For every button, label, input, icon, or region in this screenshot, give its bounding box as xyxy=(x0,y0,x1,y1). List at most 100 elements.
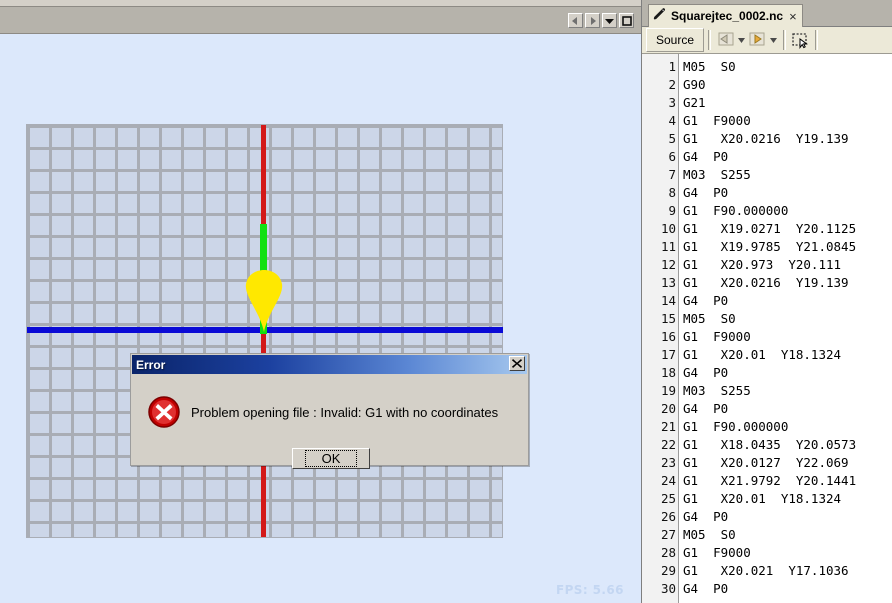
forward-arrow-icon[interactable] xyxy=(747,30,768,50)
line-number: 28 xyxy=(660,545,676,560)
error-dialog-body: Problem opening file : Invalid: G1 with … xyxy=(131,374,528,469)
triangle-right-icon xyxy=(589,16,596,25)
selection-tool-icon[interactable] xyxy=(790,30,811,50)
code-line[interactable]: G4 P0 xyxy=(683,400,892,418)
code-line[interactable]: G1 F90.000000 xyxy=(683,202,892,220)
code-line[interactable]: G1 X19.0271 Y20.1125 xyxy=(683,220,892,238)
code-line[interactable]: G4 P0 xyxy=(683,292,892,310)
code-line[interactable]: G90 xyxy=(683,76,892,94)
code-line[interactable]: G1 X18.0435 Y20.0573 xyxy=(683,436,892,454)
code-line[interactable]: G1 X20.973 Y20.111 xyxy=(683,256,892,274)
line-number: 27 xyxy=(660,527,676,542)
previous-button[interactable] xyxy=(568,13,583,28)
maximize-button[interactable] xyxy=(619,13,634,28)
code-line[interactable]: M03 S255 xyxy=(683,382,892,400)
close-icon xyxy=(512,355,522,373)
line-number: 7 xyxy=(668,167,676,182)
toolbar-separator-3 xyxy=(815,30,819,50)
back-dropdown-chevron-down-icon[interactable] xyxy=(736,30,747,50)
code-line[interactable]: M05 S0 xyxy=(683,58,892,76)
line-number: 3 xyxy=(668,95,676,110)
line-number: 4 xyxy=(668,113,676,128)
code-line[interactable]: G4 P0 xyxy=(683,580,892,598)
error-dialog: Error Problem opening file : Invalid: G1 xyxy=(130,353,529,469)
close-button[interactable] xyxy=(509,356,525,371)
line-number: 2 xyxy=(668,77,676,92)
line-number: 16 xyxy=(660,329,676,344)
gcode-editor-pane: Squarejtec_0002.nc × Source 1 2 3 4 5 6 … xyxy=(641,0,892,603)
line-number: 5 xyxy=(668,131,676,146)
line-number: 1 xyxy=(668,59,676,74)
line-number: 14 xyxy=(660,293,676,308)
line-number: 25 xyxy=(660,491,676,506)
code-line[interactable]: G1 X21.9792 Y20.1441 xyxy=(683,472,892,490)
line-number: 21 xyxy=(660,419,676,434)
line-number: 17 xyxy=(660,347,676,362)
tab-squarejtec-0002-nc[interactable]: Squarejtec_0002.nc × xyxy=(648,4,803,27)
line-number: 30 xyxy=(660,581,676,596)
tab-label: Squarejtec_0002.nc xyxy=(671,9,784,23)
viewer-topbar-lower xyxy=(0,7,641,34)
code-line[interactable]: G4 P0 xyxy=(683,148,892,166)
code-line[interactable]: G4 P0 xyxy=(683,184,892,202)
code-line[interactable]: G4 P0 xyxy=(683,508,892,526)
viewer-topbar-upper xyxy=(0,0,641,7)
line-number: 9 xyxy=(668,203,676,218)
error-message-text: Problem opening file : Invalid: G1 with … xyxy=(191,405,499,420)
code-line[interactable]: G4 P0 xyxy=(683,364,892,382)
code-line[interactable]: G1 X20.021 Y17.1036 xyxy=(683,562,892,580)
line-number: 10 xyxy=(660,221,676,236)
code-line[interactable]: G1 F9000 xyxy=(683,328,892,346)
ok-button[interactable]: OK xyxy=(292,448,370,469)
source-tab-button[interactable]: Source xyxy=(646,28,705,52)
line-number: 6 xyxy=(668,149,676,164)
error-dialog-titlebar[interactable]: Error xyxy=(132,355,527,374)
line-number: 11 xyxy=(660,239,676,254)
fps-counter: FPS: 5.66 xyxy=(556,583,624,597)
code-line[interactable]: G1 X20.0216 Y19.139 xyxy=(683,130,892,148)
editor-tabstrip: Squarejtec_0002.nc × xyxy=(642,0,892,27)
tool-cursor-cone-icon xyxy=(240,270,288,332)
next-button[interactable] xyxy=(585,13,600,28)
line-number: 24 xyxy=(660,473,676,488)
code-line[interactable]: G1 F90.000000 xyxy=(683,418,892,436)
code-line[interactable]: M03 S255 xyxy=(683,166,892,184)
gcode-source-view[interactable]: 1 2 3 4 5 6 7 8 9 10 11 12 13 14 15 16 17 18 19 20 21 22 23 24 2… xyxy=(642,54,892,603)
code-line[interactable]: G1 F9000 xyxy=(683,544,892,562)
toolbar-separator xyxy=(708,30,712,50)
triangle-left-icon xyxy=(572,16,579,25)
viewer-pane: FPS: 5.66 Error Problem opening file: I… xyxy=(0,0,641,603)
pencil-icon xyxy=(653,7,667,26)
ok-button-label: OK xyxy=(304,450,358,467)
line-number: 13 xyxy=(660,275,676,290)
code-line[interactable]: M05 S0 xyxy=(683,526,892,544)
code-line[interactable]: M05 S0 xyxy=(683,310,892,328)
code-line[interactable]: G1 X19.9785 Y21.0845 xyxy=(683,238,892,256)
code-line[interactable]: G1 F9000 xyxy=(683,112,892,130)
code-line[interactable]: G1 X20.0127 Y22.069 xyxy=(683,454,892,472)
line-number: 8 xyxy=(668,185,676,200)
line-number: 20 xyxy=(660,401,676,416)
editor-toolbar: Source xyxy=(642,27,892,54)
forward-dropdown-chevron-down-icon[interactable] xyxy=(768,30,779,50)
code-line[interactable]: G1 X20.01 Y18.1324 xyxy=(683,490,892,508)
code-line-list: M05 S0 G90 G21 G1 F9000 G1 X20.0216 Y19.139 G… xyxy=(683,54,892,598)
toolbar-separator-2 xyxy=(783,30,787,50)
line-number: 26 xyxy=(660,509,676,524)
line-number: 22 xyxy=(660,437,676,452)
triangle-down-icon xyxy=(605,18,614,24)
error-dialog-title: Error xyxy=(136,357,166,372)
line-number: 18 xyxy=(660,365,676,380)
code-line[interactable]: G1 X20.01 Y18.1324 xyxy=(683,346,892,364)
viewer-window-controls xyxy=(568,13,634,28)
line-number: 15 xyxy=(660,311,676,326)
error-x-icon xyxy=(148,396,180,428)
source-button-label: Source xyxy=(656,33,695,47)
line-number: 23 xyxy=(660,455,676,470)
dropdown-button[interactable] xyxy=(602,13,617,28)
back-arrow-icon[interactable] xyxy=(715,30,736,50)
line-number-list: 1 2 3 4 5 6 7 8 9 10 11 12 13 14 15 16 17 18 19 20 21 22 23 24 2… xyxy=(642,54,679,598)
tab-close-icon[interactable]: × xyxy=(789,10,797,23)
code-line[interactable]: G1 X20.0216 Y19.139 xyxy=(683,274,892,292)
code-line[interactable]: G21 xyxy=(683,94,892,112)
